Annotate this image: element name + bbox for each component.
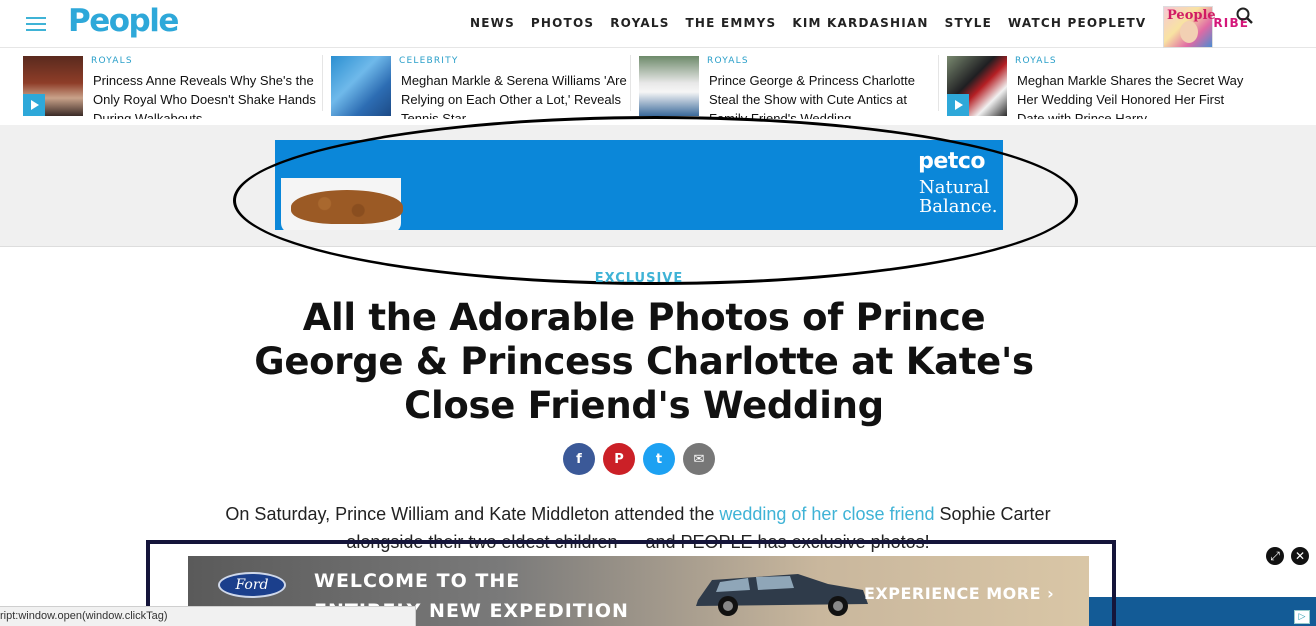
play-icon [23,94,45,116]
cover-photo [1180,21,1198,43]
magazine-cover[interactable]: People [1163,6,1216,48]
site-header: People NEWS PHOTOS ROYALS THE EMMYS KIM … [0,0,1316,48]
kibble-image [291,190,403,224]
browser-status-bar: ript:window.open(window.clickTag) [0,606,416,626]
divider [938,55,939,111]
related-card[interactable]: CELEBRITY Meghan Markle & Serena William… [331,55,631,121]
article-kicker[interactable]: EXCLUSIVE [0,271,1278,286]
related-category[interactable]: ROYALS [91,56,133,66]
petco-logo: petco [918,149,985,174]
petco-banner-ad[interactable]: petco Natural Balance. [275,140,1003,230]
facebook-share-icon[interactable]: f [563,443,595,475]
close-ad-icon[interactable]: ✕ [1291,547,1309,565]
related-stories-strip: ROYALS Princess Anne Reveals Why She's t… [0,49,1316,125]
related-thumbnail[interactable] [23,56,83,116]
twitter-share-icon[interactable]: t [643,443,675,475]
search-icon[interactable] [1235,6,1255,26]
related-category[interactable]: ROYALS [1015,56,1057,66]
nav-royals[interactable]: ROYALS [610,16,669,30]
people-logo[interactable]: People [68,3,179,39]
related-title[interactable]: Princess Anne Reveals Why She's the Only… [93,71,323,119]
dog-food-bowl-image [281,178,403,230]
play-icon [947,94,969,116]
nav-style[interactable]: STYLE [945,16,992,30]
related-category[interactable]: ROYALS [707,56,749,66]
nav-news[interactable]: NEWS [470,16,515,30]
hamburger-menu-icon[interactable] [26,17,46,31]
related-category[interactable]: CELEBRITY [399,56,459,66]
nav-watch-peopletv[interactable]: WATCH PEOPLETV [1008,16,1146,30]
divider [322,55,323,111]
related-thumbnail[interactable] [331,56,391,116]
email-share-icon[interactable]: ✉ [683,443,715,475]
related-card[interactable]: ROYALS Meghan Markle Shares the Secret W… [947,55,1247,121]
related-card[interactable]: ROYALS Princess Anne Reveals Why She's t… [23,55,323,121]
wedding-link[interactable]: wedding of her close friend [719,504,934,524]
page: People NEWS PHOTOS ROYALS THE EMMYS KIM … [0,0,1316,626]
main-nav: NEWS PHOTOS ROYALS THE EMMYS KIM KARDASH… [470,16,1265,30]
share-buttons: f P t ✉ [563,443,723,475]
related-title[interactable]: Prince George & Princess Charlotte Steal… [709,71,939,119]
related-card[interactable]: ROYALS Prince George & Princess Charlott… [639,55,939,121]
nav-photos[interactable]: PHOTOS [531,16,594,30]
expand-ad-icon[interactable]: ⤢ [1266,547,1284,565]
divider [630,55,631,111]
related-title[interactable]: Meghan Markle & Serena Williams 'Are Rel… [401,71,631,119]
nav-the-emmys[interactable]: THE EMMYS [686,16,777,30]
intro-text: On Saturday, Prince William and Kate Mid… [225,504,720,524]
adchoices-icon[interactable]: ▷ [1294,610,1310,624]
ford-ad-line1: WELCOME TO THE [314,570,521,592]
experience-more-button[interactable]: EXPERIENCE MORE › [864,584,1054,603]
nav-kim-kardashian[interactable]: KIM KARDASHIAN [792,16,928,30]
ford-logo: Ford [218,572,286,598]
pinterest-share-icon[interactable]: P [603,443,635,475]
related-thumbnail[interactable] [947,56,1007,116]
suv-image [696,574,868,616]
top-ad-band: petco Natural Balance. [0,125,1316,247]
related-title[interactable]: Meghan Markle Shares the Secret Way Her … [1017,71,1247,119]
natural-balance-logo: Natural Balance. [919,177,998,217]
article-headline: All the Adorable Photos of Prince George… [254,296,1034,427]
related-thumbnail[interactable] [639,56,699,116]
